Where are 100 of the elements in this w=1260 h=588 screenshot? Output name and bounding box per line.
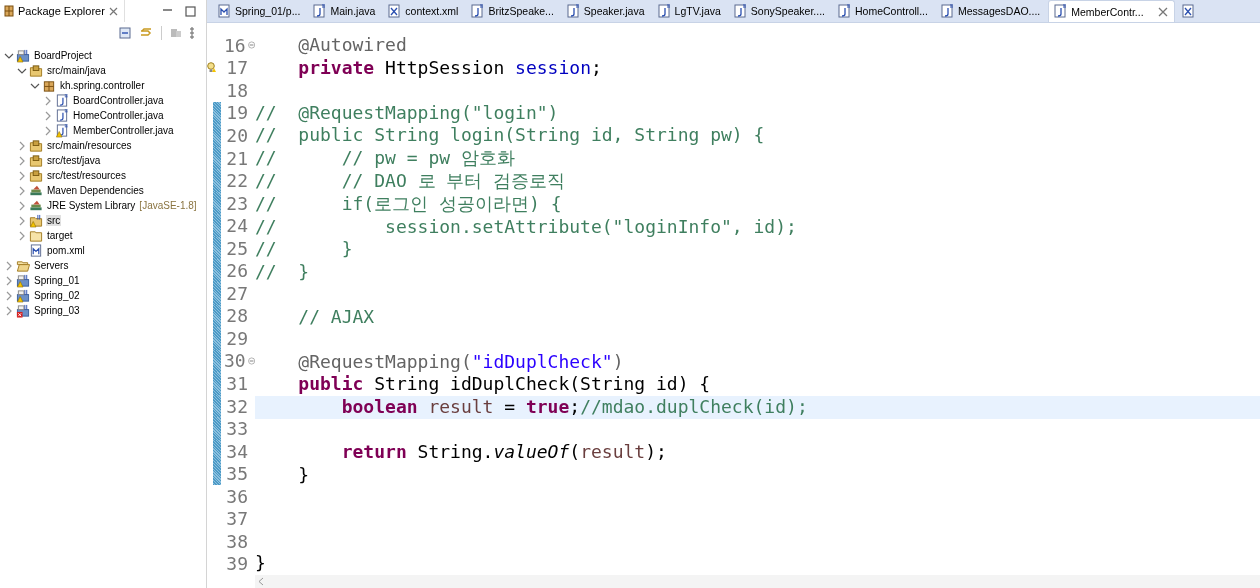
tree-item[interactable]: BoardController.java bbox=[72, 95, 165, 106]
code-line: } bbox=[255, 552, 267, 575]
code-line: // session.setAttribute("loginInfo", id); bbox=[255, 215, 798, 239]
tree-item[interactable]: src/main/resources bbox=[46, 140, 133, 151]
code-line: // AJAX bbox=[297, 305, 376, 329]
line-number: 33 bbox=[225, 418, 248, 440]
folder-open-icon bbox=[16, 258, 30, 273]
line-number: 28 bbox=[225, 305, 248, 327]
tree-item[interactable]: pom.xml bbox=[46, 245, 86, 256]
line-number: 32 bbox=[225, 395, 248, 417]
line-number: 39 bbox=[225, 553, 248, 575]
line-number: 34 bbox=[225, 440, 248, 462]
line-number: 25 bbox=[225, 237, 248, 259]
code-line: // public String login(String id, String pw) { bbox=[255, 124, 766, 148]
maven-icon bbox=[29, 243, 43, 258]
tree-item[interactable]: Servers bbox=[33, 260, 70, 271]
java-file-icon bbox=[656, 3, 671, 19]
editor-tab[interactable]: Speaker.java bbox=[561, 0, 651, 22]
java-file-icon bbox=[837, 3, 851, 19]
tree-item[interactable]: src/test/java bbox=[46, 155, 102, 166]
java-file-icon bbox=[470, 3, 485, 19]
line-number: 19 bbox=[225, 102, 248, 124]
tree-item[interactable]: src/test/resources bbox=[46, 170, 127, 181]
editor-tab[interactable]: BritzSpeake... bbox=[466, 0, 560, 22]
line-number: 23 bbox=[225, 192, 248, 214]
tree-item[interactable]: BoardProject bbox=[33, 50, 93, 61]
source-folder-icon bbox=[29, 63, 43, 78]
line-number: 37 bbox=[225, 508, 248, 530]
collapse-fold-icon[interactable] bbox=[247, 41, 255, 50]
line-number: 31 bbox=[225, 372, 248, 394]
code-line: // } bbox=[255, 238, 354, 262]
maximize-icon[interactable] bbox=[185, 5, 196, 17]
code-line: // // DAO 로 부터 검증로직 bbox=[255, 169, 567, 193]
line-number: 24 bbox=[225, 215, 248, 237]
tree-item[interactable]: Spring_02 bbox=[33, 290, 81, 301]
tree-item[interactable]: MemberController.java bbox=[72, 125, 175, 136]
line-number: 29 bbox=[225, 327, 248, 349]
view-tab-title[interactable]: Package Explorer bbox=[18, 5, 105, 17]
editor-tab[interactable]: SonySpeaker.... bbox=[728, 0, 831, 22]
line-number: 17 bbox=[225, 57, 248, 79]
collapse-all-icon[interactable] bbox=[119, 27, 131, 39]
xml-file-icon bbox=[387, 3, 402, 19]
editor-tab[interactable]: context.xml bbox=[383, 0, 465, 22]
maven-file-icon bbox=[217, 3, 231, 19]
editor-tab[interactable]: MemberContr... bbox=[1048, 0, 1175, 22]
java-file-icon bbox=[565, 3, 580, 19]
tree-item[interactable]: Spring_03 bbox=[33, 305, 81, 316]
lightbulb-warning-icon[interactable] bbox=[207, 61, 216, 73]
folder-icon bbox=[29, 228, 43, 243]
close-icon[interactable] bbox=[108, 6, 118, 16]
code-line: private HttpSession session; bbox=[297, 56, 603, 80]
library-icon bbox=[29, 183, 43, 198]
code-line: @Autowired bbox=[297, 34, 408, 57]
java-icon bbox=[55, 108, 69, 123]
tree-item[interactable]: JRE System Library bbox=[46, 200, 137, 211]
link-icon[interactable] bbox=[139, 27, 153, 39]
view-menu-icon[interactable] bbox=[190, 27, 194, 39]
tree-item[interactable]: src bbox=[46, 215, 62, 226]
editor-tab[interactable]: HomeControll... bbox=[833, 0, 934, 22]
line-number: 27 bbox=[225, 282, 248, 304]
java-file-icon bbox=[1053, 4, 1068, 19]
java-file-icon bbox=[732, 3, 747, 19]
package-icon bbox=[42, 78, 56, 93]
line-number: 20 bbox=[225, 124, 248, 146]
tree-item[interactable]: Maven Dependencies bbox=[46, 185, 145, 196]
line-number: 38 bbox=[225, 530, 248, 552]
source-folder-icon bbox=[29, 168, 43, 183]
source-folder-icon bbox=[29, 138, 43, 153]
java-file-icon bbox=[312, 3, 327, 19]
version-label: [JavaSE-1.8] bbox=[139, 200, 197, 211]
tree-item[interactable]: target bbox=[46, 230, 74, 241]
line-number: 36 bbox=[225, 485, 248, 507]
collapse-fold-icon[interactable] bbox=[247, 356, 255, 365]
library-icon bbox=[29, 198, 43, 213]
xml-file-icon bbox=[1180, 3, 1195, 19]
package-explorer-icon bbox=[4, 5, 14, 17]
line-number: 35 bbox=[225, 463, 248, 485]
code-line: @RequestMapping("idDuplCheck") bbox=[297, 350, 625, 374]
tree-item[interactable]: Spring_01 bbox=[33, 275, 81, 286]
source-folder-icon bbox=[29, 153, 43, 168]
filter-icon[interactable] bbox=[170, 27, 182, 39]
editor-tab[interactable]: Main.java bbox=[308, 0, 382, 22]
editor-tab[interactable]: MessagesDAO.... bbox=[935, 0, 1047, 22]
line-number: 30 bbox=[223, 350, 246, 372]
scroll-left-icon[interactable] bbox=[257, 577, 265, 586]
java-file-icon bbox=[939, 3, 954, 19]
editor-tab[interactable]: Spring_01/p... bbox=[213, 0, 307, 22]
code-line: // } bbox=[255, 261, 311, 284]
horizontal-scrollbar[interactable] bbox=[255, 575, 1260, 588]
code-line: public String idDuplCheck(String id) { bbox=[297, 373, 712, 397]
close-icon[interactable] bbox=[1157, 6, 1168, 17]
code-line: // @RequestMapping("login") bbox=[255, 101, 560, 125]
tree-item[interactable]: kh.spring.controller bbox=[59, 80, 146, 91]
line-number: 16 bbox=[223, 34, 246, 56]
code-line: return String.valueOf(result); bbox=[340, 440, 668, 464]
line-number: 22 bbox=[225, 170, 248, 192]
tree-item[interactable]: HomeController.java bbox=[72, 110, 165, 121]
editor-tab[interactable]: LgTV.java bbox=[652, 0, 727, 22]
line-number: 26 bbox=[225, 260, 248, 282]
tree-item[interactable]: src/main/java bbox=[46, 65, 107, 76]
